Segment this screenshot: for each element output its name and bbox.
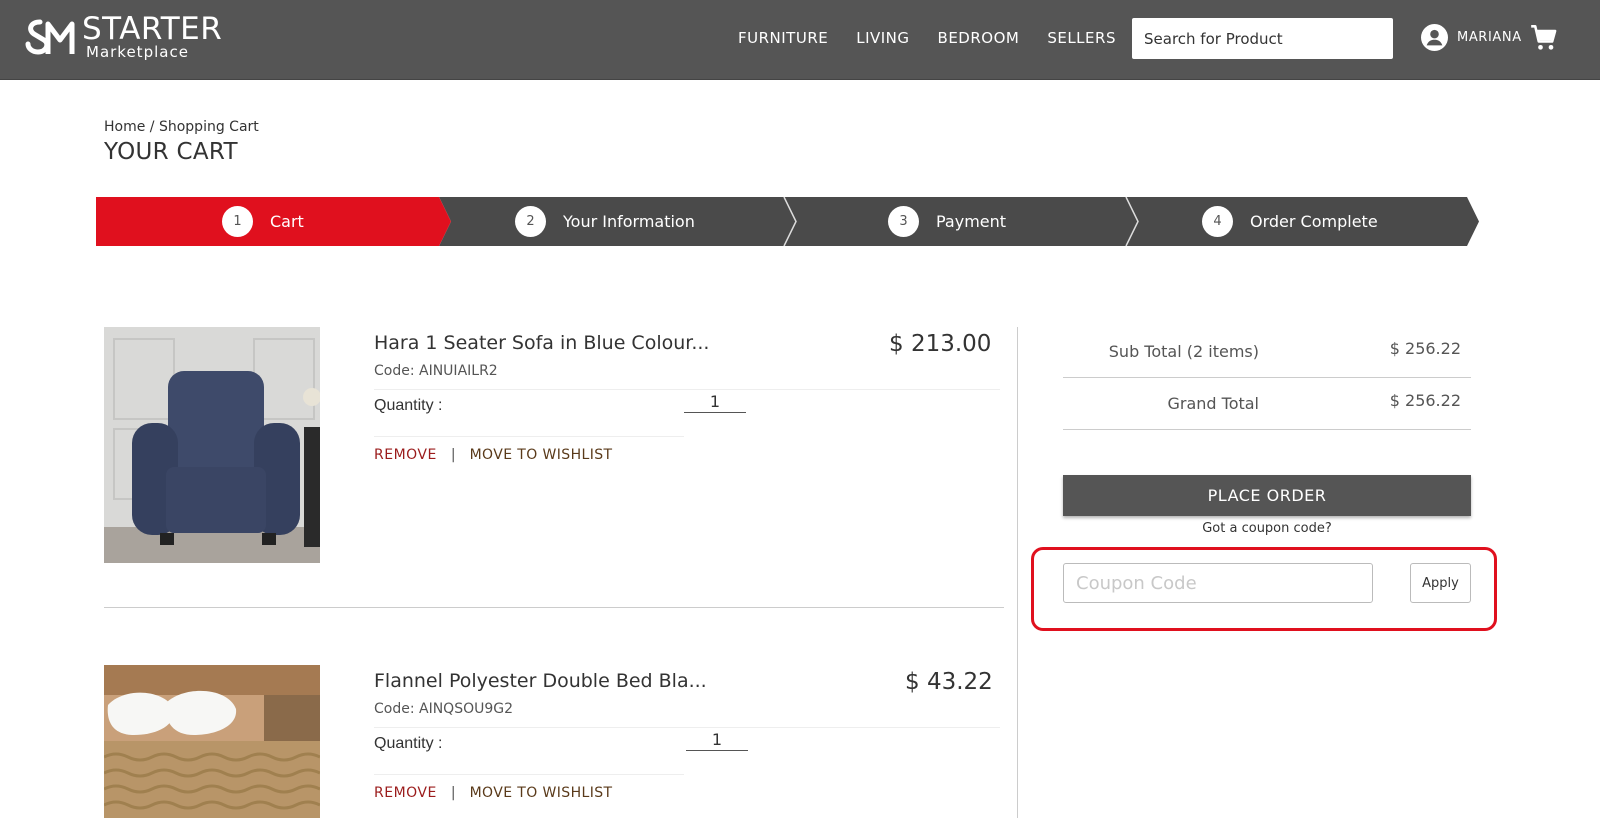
product-code: Code: AINQSOU9G2: [374, 701, 514, 717]
brand-title: STARTER: [82, 11, 223, 47]
place-order-button[interactable]: PLACE ORDER: [1063, 475, 1471, 516]
step-cart: 1 Cart: [222, 197, 304, 246]
item-actions: REMOVE | MOVE TO WISHLIST: [374, 447, 612, 463]
quantity-input[interactable]: [686, 728, 748, 751]
column-divider: [1017, 327, 1018, 818]
action-separator: |: [450, 785, 456, 801]
step-label: Cart: [270, 212, 304, 231]
breadcrumb-current: Shopping Cart: [158, 119, 259, 135]
quantity-input[interactable]: [684, 390, 746, 413]
step-your-information: 2 Your Information: [515, 197, 695, 246]
remove-button[interactable]: REMOVE: [374, 785, 437, 801]
nav-furniture[interactable]: FURNITURE: [738, 29, 828, 47]
user-menu[interactable]: MARIANA: [1421, 24, 1522, 51]
divider: [374, 436, 684, 437]
breadcrumb: Home / Shopping Cart: [104, 119, 259, 135]
subtotal-value: $ 256.22: [1389, 339, 1461, 358]
nav-sellers[interactable]: SELLERS: [1047, 29, 1116, 47]
cart-item: Hara 1 Seater Sofa in Blue Colour... Cod…: [104, 327, 1004, 563]
divider: [374, 774, 684, 775]
breadcrumb-separator: /: [145, 119, 159, 135]
bed-blanket-product-image[interactable]: [104, 665, 320, 818]
product-price: $ 213.00: [889, 331, 992, 357]
search-input[interactable]: [1132, 18, 1393, 59]
top-header: STARTER Marketplace FURNITURE LIVING BED…: [0, 0, 1600, 80]
grand-total-value: $ 256.22: [1389, 391, 1461, 410]
coupon-question: Got a coupon code?: [1202, 521, 1332, 536]
brand-logo[interactable]: STARTER Marketplace: [24, 14, 222, 60]
sofa-product-image[interactable]: [104, 327, 320, 563]
breadcrumb-home[interactable]: Home: [104, 119, 145, 135]
product-price: $ 43.22: [905, 669, 993, 695]
step-number: 4: [1202, 206, 1233, 237]
step-label: Order Complete: [1250, 212, 1378, 231]
step-number: 3: [888, 206, 919, 237]
shopping-cart-icon[interactable]: [1530, 24, 1558, 52]
brand-text: STARTER Marketplace: [82, 11, 223, 61]
step-label: Payment: [936, 212, 1007, 231]
step-number: 2: [515, 206, 546, 237]
quantity-label: Quantity :: [374, 735, 443, 752]
product-code: Code: AINUIAILR2: [374, 363, 498, 379]
action-separator: |: [450, 447, 456, 463]
step-number: 1: [222, 206, 253, 237]
main-nav: FURNITURE LIVING BEDROOM SELLERS: [738, 29, 1144, 47]
user-name: MARIANA: [1457, 30, 1522, 45]
move-to-wishlist-button[interactable]: MOVE TO WISHLIST: [470, 785, 613, 801]
nav-bedroom[interactable]: BEDROOM: [938, 29, 1020, 47]
step-order-complete: 4 Order Complete: [1202, 197, 1378, 246]
nav-living[interactable]: LIVING: [856, 29, 909, 47]
cart-item: Flannel Polyester Double Bed Bla... Code…: [104, 665, 1004, 818]
move-to-wishlist-button[interactable]: MOVE TO WISHLIST: [470, 447, 613, 463]
subtotal-label: Sub Total (2 items): [1108, 342, 1259, 361]
grand-total-row: Grand Total $ 256.22: [1063, 378, 1471, 430]
step-label: Your Information: [563, 212, 695, 231]
coupon-code-input[interactable]: [1063, 563, 1373, 603]
subtotal-row: Sub Total (2 items) $ 256.22: [1063, 327, 1471, 378]
checkout-stepper: 1 Cart 2 Your Information 3 Payment 4 Or…: [96, 197, 1479, 246]
product-name[interactable]: Hara 1 Seater Sofa in Blue Colour...: [374, 332, 709, 354]
sm-monogram-icon: [25, 19, 75, 55]
quantity-label: Quantity :: [374, 397, 443, 414]
page-title: YOUR CART: [104, 139, 238, 165]
grand-total-label: Grand Total: [1167, 394, 1259, 413]
item-divider: [104, 607, 1004, 608]
remove-button[interactable]: REMOVE: [374, 447, 437, 463]
item-actions: REMOVE | MOVE TO WISHLIST: [374, 785, 612, 801]
product-name[interactable]: Flannel Polyester Double Bed Bla...: [374, 670, 707, 692]
apply-coupon-button[interactable]: Apply: [1410, 563, 1471, 603]
account-circle-icon: [1421, 24, 1448, 51]
step-payment: 3 Payment: [888, 197, 1006, 246]
